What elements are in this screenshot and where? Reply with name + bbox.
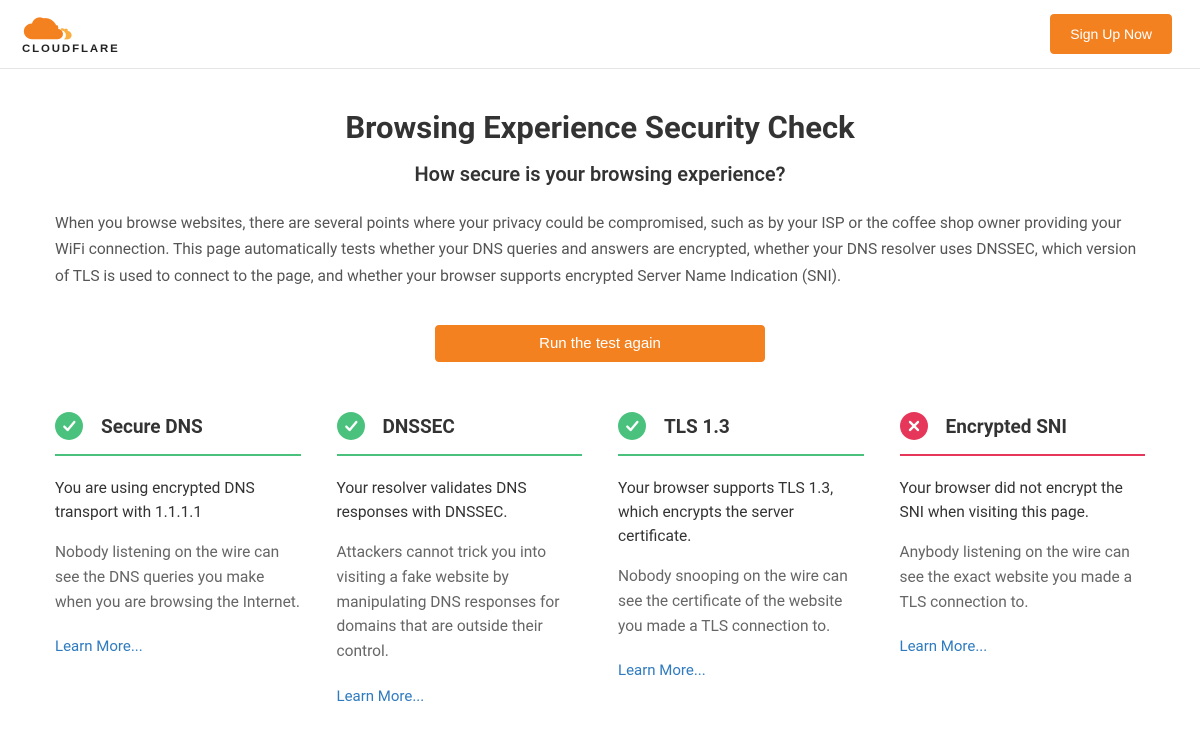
check-icon (337, 412, 365, 440)
card-title: Secure DNS (101, 415, 203, 438)
page-intro: When you browse websites, there are seve… (55, 210, 1145, 289)
card-tls13: TLS 1.3 Your browser supports TLS 1.3, w… (618, 412, 864, 705)
card-header: TLS 1.3 (618, 412, 864, 440)
signup-button[interactable]: Sign Up Now (1050, 14, 1172, 54)
card-title: Encrypted SNI (946, 415, 1067, 438)
divider (337, 454, 583, 456)
check-icon (618, 412, 646, 440)
header: CLOUDFLARE Sign Up Now (0, 0, 1200, 69)
learn-more-link[interactable]: Learn More... (900, 637, 988, 655)
page-title: Browsing Experience Security Check (55, 109, 1145, 146)
cloudflare-logo[interactable]: CLOUDFLARE (22, 14, 155, 54)
divider (55, 454, 301, 456)
main-content: Browsing Experience Security Check How s… (35, 69, 1165, 705)
check-icon (55, 412, 83, 440)
card-summary: Your browser supports TLS 1.3, which enc… (618, 476, 864, 548)
card-dnssec: DNSSEC Your resolver validates DNS respo… (337, 412, 583, 705)
card-detail: Nobody snooping on the wire can see the … (618, 564, 864, 638)
divider (618, 454, 864, 456)
card-detail: Nobody listening on the wire can see the… (55, 540, 301, 614)
run-test-button[interactable]: Run the test again (435, 325, 765, 362)
svg-text:CLOUDFLARE: CLOUDFLARE (22, 43, 120, 54)
divider (900, 454, 1146, 456)
card-secure-dns: Secure DNS You are using encrypted DNS t… (55, 412, 301, 705)
learn-more-link[interactable]: Learn More... (618, 661, 706, 679)
card-summary: Your browser did not encrypt the SNI whe… (900, 476, 1146, 524)
card-title: TLS 1.3 (664, 415, 730, 438)
cloudflare-logo-icon: CLOUDFLARE (22, 14, 155, 54)
card-header: DNSSEC (337, 412, 583, 440)
card-detail: Anybody listening on the wire can see th… (900, 540, 1146, 614)
card-header: Secure DNS (55, 412, 301, 440)
card-detail: Attackers cannot trick you into visiting… (337, 540, 583, 664)
card-summary: You are using encrypted DNS transport wi… (55, 476, 301, 524)
learn-more-link[interactable]: Learn More... (55, 637, 143, 655)
learn-more-link[interactable]: Learn More... (337, 687, 425, 705)
card-summary: Your resolver validates DNS responses wi… (337, 476, 583, 524)
card-encrypted-sni: Encrypted SNI Your browser did not encry… (900, 412, 1146, 705)
x-icon (900, 412, 928, 440)
cards-grid: Secure DNS You are using encrypted DNS t… (55, 412, 1145, 705)
page-subtitle: How secure is your browsing experience? (55, 162, 1145, 186)
card-header: Encrypted SNI (900, 412, 1146, 440)
card-title: DNSSEC (383, 415, 455, 438)
